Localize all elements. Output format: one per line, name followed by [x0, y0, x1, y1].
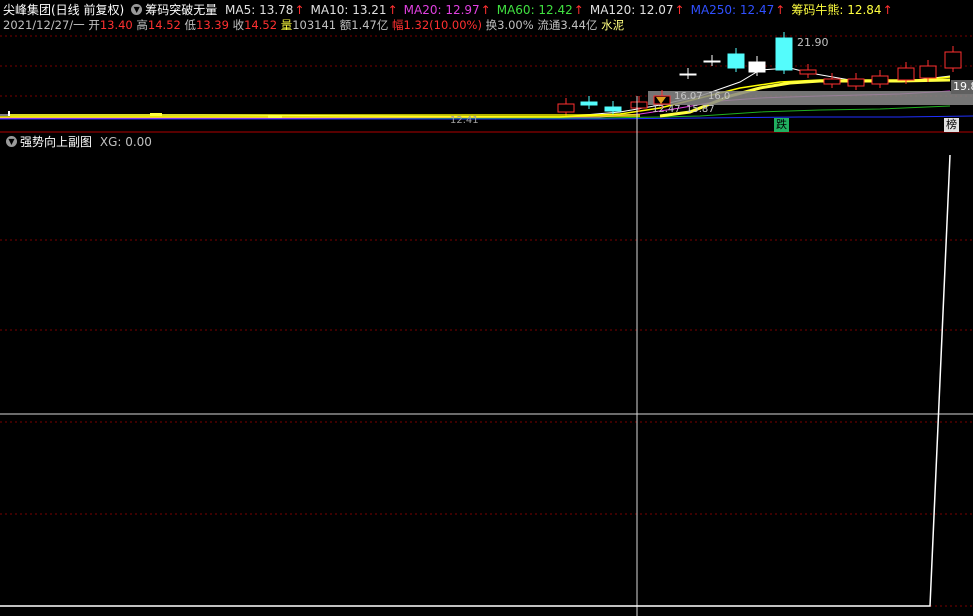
list-marker[interactable]: 榜 — [944, 118, 959, 132]
grid-lines — [0, 35, 973, 607]
arrow-up-icon: ↑ — [882, 3, 893, 17]
float-label: 流通 — [537, 18, 561, 32]
candle[interactable] — [897, 67, 915, 81]
ohlc-bar: 2021/12/27/一 开13.40 高14.52 低13.39 收14.52… — [3, 17, 624, 33]
change-value: 1.32(10.00%) — [403, 18, 482, 32]
volume-value: 103141 — [292, 18, 337, 32]
arrow-up-icon: ↑ — [573, 3, 584, 17]
indicator-name[interactable]: 筹码突破无量 — [145, 3, 217, 17]
candle[interactable] — [871, 75, 889, 85]
date-label: 2021/12/27/一 — [3, 18, 85, 32]
chevron-down-icon[interactable]: ▼ — [131, 4, 143, 15]
low-label: 低 — [184, 18, 197, 32]
candle[interactable] — [580, 101, 598, 106]
candle[interactable] — [748, 61, 766, 73]
candle[interactable] — [703, 60, 721, 63]
float-value: 3.44亿 — [560, 18, 598, 32]
header-bar: 尖峰集团(日线 前复权) ▼ 筹码突破无量 MA5: 13.78↑ MA10: 13.… — [3, 2, 899, 18]
high-value: 14.52 — [147, 18, 181, 32]
right-price-tag: 19.8 — [951, 80, 973, 94]
arrow-up-icon: ↑ — [775, 3, 786, 17]
candle[interactable] — [679, 73, 697, 76]
sub-chart-title[interactable]: 强势向上副图 — [20, 135, 92, 149]
candle[interactable] — [823, 78, 841, 85]
low-value: 13.39 — [196, 18, 229, 32]
close-label: 收 — [232, 18, 245, 32]
arrow-up-icon: ↑ — [674, 3, 685, 17]
candle[interactable] — [630, 101, 648, 109]
ma-value-6: 筹码牛熊: 12.84 — [791, 3, 882, 17]
sub-chart-header: ▼ 强势向上副图 XG: 0.00 — [3, 134, 152, 150]
xg-indicator-line — [0, 154, 951, 607]
open-value: 13.40 — [99, 18, 133, 32]
candle[interactable] — [604, 106, 622, 112]
high-label: 高 — [136, 18, 148, 32]
cursor-price-tag-3: 12.47 — [652, 104, 681, 115]
arrow-up-icon: ↑ — [294, 3, 305, 17]
cursor-price-tag-2: 16.0 — [708, 91, 731, 102]
stock-name[interactable]: 尖峰集团(日线 前复权) — [3, 3, 124, 17]
ma-value-0: MA5: 13.78 — [225, 3, 294, 17]
amount-value: 1.47亿 — [351, 18, 389, 32]
candle[interactable] — [557, 103, 575, 113]
candle[interactable] — [847, 78, 865, 87]
close-value: 14.52 — [244, 18, 278, 32]
ma-value-4: MA120: 12.07 — [589, 3, 674, 17]
candle[interactable] — [775, 37, 793, 71]
change-label: 幅 — [392, 18, 404, 32]
candle[interactable] — [799, 69, 817, 75]
low-price-tag: 12.41 — [450, 115, 479, 126]
turnover-label: 换 — [485, 18, 498, 32]
arrow-up-icon: ↑ — [387, 3, 398, 17]
volume-label: 量 — [280, 18, 293, 32]
history-candles — [8, 111, 640, 118]
sector-label[interactable]: 水泥 — [601, 18, 624, 32]
ma-value-1: MA10: 13.21 — [310, 3, 387, 17]
ma-values: MA5: 13.78↑ MA10: 13.21↑ MA20: 12.97↑ MA60:… — [225, 3, 899, 17]
cursor-price-tag-1: 16.07 — [674, 91, 703, 102]
turnover-value: 3.00% — [497, 18, 534, 32]
ma-value-5: MA250: 12.47 — [690, 3, 775, 17]
high-price-tag: 21.90 — [797, 36, 829, 49]
chart-canvas[interactable] — [0, 0, 973, 616]
amount-label: 额 — [339, 18, 352, 32]
ma-value-2: MA20: 12.97 — [403, 3, 480, 17]
xg-value: XG: 0.00 — [99, 135, 152, 149]
open-label: 开 — [88, 18, 100, 32]
drop-marker[interactable]: 跌 — [774, 118, 789, 132]
arrow-up-icon: ↑ — [480, 3, 491, 17]
chevron-down-icon[interactable]: ▼ — [6, 136, 17, 147]
candle[interactable] — [944, 51, 962, 69]
cursor-price-tag-4: 15.87 — [686, 104, 715, 115]
candle[interactable] — [727, 53, 745, 69]
ma-value-3: MA60: 12.42 — [496, 3, 573, 17]
candle[interactable] — [919, 65, 937, 79]
